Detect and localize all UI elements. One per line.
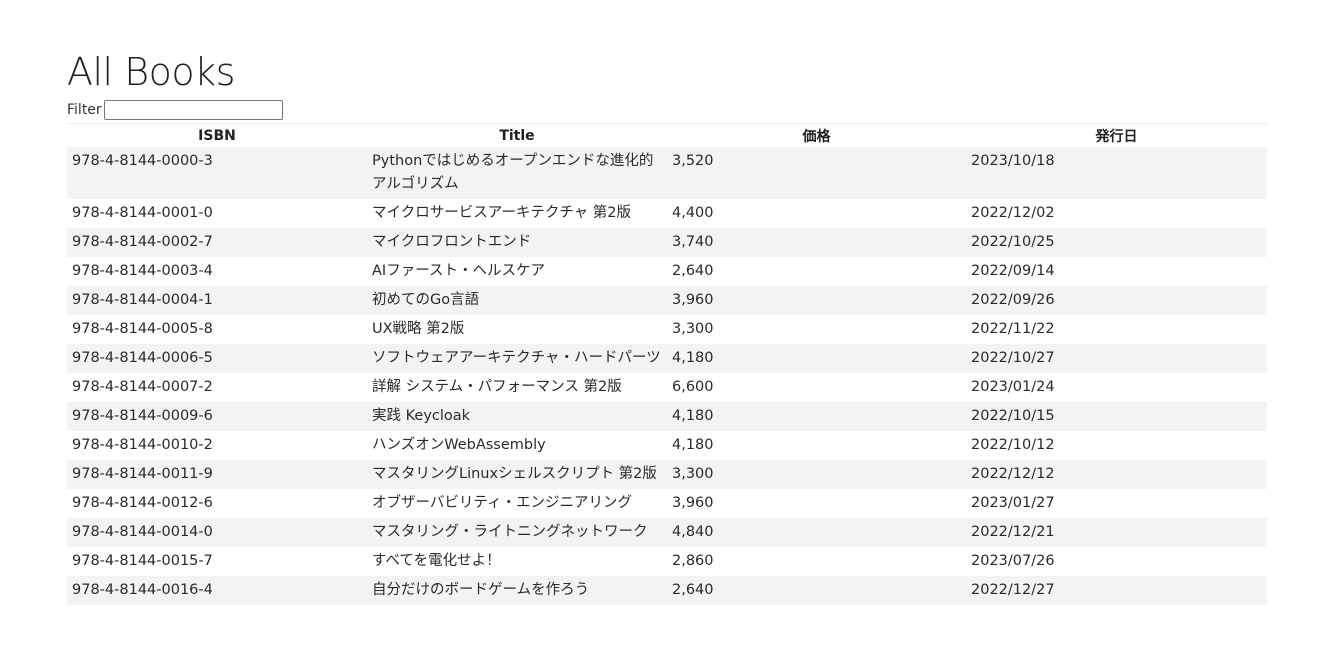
- cell-isbn: 978-4-8144-0001-0: [67, 199, 367, 228]
- cell-isbn: 978-4-8144-0014-0: [67, 518, 367, 547]
- header-price[interactable]: 価格: [667, 123, 966, 147]
- table-row[interactable]: 978-4-8144-0005-8 UX戦略 第2版 3,300 2022/11/22: [67, 315, 1267, 344]
- header-date[interactable]: 発行日: [966, 123, 1267, 147]
- cell-price: 6,600: [667, 373, 966, 402]
- cell-date: 2023/01/27: [966, 489, 1267, 518]
- table-body: 978-4-8144-0000-3 Pythonではじめるオープンエンドな進化的ア…: [67, 147, 1267, 605]
- page-title: All Books: [67, 50, 235, 94]
- cell-title: 自分だけのボードゲームを作ろう: [367, 576, 667, 605]
- cell-isbn: 978-4-8144-0011-9: [67, 460, 367, 489]
- cell-date: 2022/10/12: [966, 431, 1267, 460]
- cell-isbn: 978-4-8144-0016-4: [67, 576, 367, 605]
- cell-isbn: 978-4-8144-0004-1: [67, 286, 367, 315]
- cell-title: すべてを電化せよ！: [367, 547, 667, 576]
- cell-date: 2022/12/12: [966, 460, 1267, 489]
- cell-title: Pythonではじめるオープンエンドな進化的アルゴリズム: [367, 147, 667, 199]
- cell-title: マイクロフロントエンド: [367, 228, 667, 257]
- cell-title: ソフトウェアアーキテクチャ・ハードパーツ: [367, 344, 667, 373]
- cell-price: 3,300: [667, 460, 966, 489]
- table-row[interactable]: 978-4-8144-0011-9 マスタリングLinuxシェルスクリプト 第2版…: [67, 460, 1267, 489]
- cell-date: 2023/01/24: [966, 373, 1267, 402]
- table-header: ISBN Title 価格 発行日: [67, 123, 1267, 147]
- header-title[interactable]: Title: [367, 123, 667, 147]
- cell-date: 2022/09/26: [966, 286, 1267, 315]
- table-row[interactable]: 978-4-8144-0016-4 自分だけのボードゲームを作ろう 2,640 202…: [67, 576, 1267, 605]
- table-row[interactable]: 978-4-8144-0014-0 マスタリング・ライトニングネットワーク 4,84…: [67, 518, 1267, 547]
- cell-date: 2022/10/15: [966, 402, 1267, 431]
- cell-isbn: 978-4-8144-0003-4: [67, 257, 367, 286]
- cell-date: 2022/12/27: [966, 576, 1267, 605]
- cell-price: 4,840: [667, 518, 966, 547]
- cell-title: ハンズオンWebAssembly: [367, 431, 667, 460]
- table-row[interactable]: 978-4-8144-0015-7 すべてを電化せよ！ 2,860 2023/07/2…: [67, 547, 1267, 576]
- cell-isbn: 978-4-8144-0006-5: [67, 344, 367, 373]
- cell-price: 2,860: [667, 547, 966, 576]
- cell-isbn: 978-4-8144-0010-2: [67, 431, 367, 460]
- cell-price: 3,520: [667, 147, 966, 199]
- cell-title: UX戦略 第2版: [367, 315, 667, 344]
- books-page: All Books Filter ISBN Title 価格 発行日 978-4…: [67, 46, 1267, 605]
- cell-isbn: 978-4-8144-0015-7: [67, 547, 367, 576]
- cell-isbn: 978-4-8144-0005-8: [67, 315, 367, 344]
- header-isbn[interactable]: ISBN: [67, 123, 367, 147]
- cell-date: 2022/10/27: [966, 344, 1267, 373]
- cell-date: 2023/07/26: [966, 547, 1267, 576]
- cell-title: AIファースト・ヘルスケア: [367, 257, 667, 286]
- cell-price: 4,180: [667, 431, 966, 460]
- table-row[interactable]: 978-4-8144-0003-4 AIファースト・ヘルスケア 2,640 2022/…: [67, 257, 1267, 286]
- cell-date: 2022/09/14: [966, 257, 1267, 286]
- cell-price: 3,740: [667, 228, 966, 257]
- cell-price: 4,180: [667, 344, 966, 373]
- cell-isbn: 978-4-8144-0002-7: [67, 228, 367, 257]
- cell-date: 2022/11/22: [966, 315, 1267, 344]
- cell-price: 4,400: [667, 199, 966, 228]
- cell-title: マスタリングLinuxシェルスクリプト 第2版: [367, 460, 667, 489]
- table-row[interactable]: 978-4-8144-0007-2 詳解 システム・パフォーマンス 第2版 6,60…: [67, 373, 1267, 402]
- books-table: ISBN Title 価格 発行日 978-4-8144-0000-3 Pytho…: [67, 123, 1267, 605]
- cell-title: マスタリング・ライトニングネットワーク: [367, 518, 667, 547]
- cell-price: 3,300: [667, 315, 966, 344]
- cell-isbn: 978-4-8144-0012-6: [67, 489, 367, 518]
- table-row[interactable]: 978-4-8144-0012-6 オブザーバビリティ・エンジニアリング 3,960…: [67, 489, 1267, 518]
- table-row[interactable]: 978-4-8144-0009-6 実践 Keycloak 4,180 2022/10…: [67, 402, 1267, 431]
- cell-price: 3,960: [667, 489, 966, 518]
- cell-isbn: 978-4-8144-0000-3: [67, 147, 367, 199]
- cell-title: オブザーバビリティ・エンジニアリング: [367, 489, 667, 518]
- table-row[interactable]: 978-4-8144-0004-1 初めてのGo言語 3,960 2022/09/26: [67, 286, 1267, 315]
- cell-date: 2023/10/18: [966, 147, 1267, 199]
- cell-price: 2,640: [667, 257, 966, 286]
- table-row[interactable]: 978-4-8144-0002-7 マイクロフロントエンド 3,740 2022/10…: [67, 228, 1267, 257]
- cell-title: 詳解 システム・パフォーマンス 第2版: [367, 373, 667, 402]
- table-row[interactable]: 978-4-8144-0000-3 Pythonではじめるオープンエンドな進化的ア…: [67, 147, 1267, 199]
- cell-date: 2022/12/21: [966, 518, 1267, 547]
- filter-row: Filter: [67, 98, 1267, 122]
- table-row[interactable]: 978-4-8144-0001-0 マイクロサービスアーキテクチャ 第2版 4,40…: [67, 199, 1267, 228]
- cell-price: 4,180: [667, 402, 966, 431]
- cell-title: 初めてのGo言語: [367, 286, 667, 315]
- cell-isbn: 978-4-8144-0007-2: [67, 373, 367, 402]
- cell-date: 2022/10/25: [966, 228, 1267, 257]
- table-row[interactable]: 978-4-8144-0010-2 ハンズオンWebAssembly 4,180 20…: [67, 431, 1267, 460]
- cell-price: 2,640: [667, 576, 966, 605]
- filter-input[interactable]: [103, 100, 283, 120]
- cell-price: 3,960: [667, 286, 966, 315]
- filter-label: Filter: [67, 102, 102, 118]
- cell-isbn: 978-4-8144-0009-6: [67, 402, 367, 431]
- cell-title: マイクロサービスアーキテクチャ 第2版: [367, 199, 667, 228]
- cell-date: 2022/12/02: [966, 199, 1267, 228]
- table-row[interactable]: 978-4-8144-0006-5 ソフトウェアアーキテクチャ・ハードパーツ 4,1…: [67, 344, 1267, 373]
- cell-title: 実践 Keycloak: [367, 402, 667, 431]
